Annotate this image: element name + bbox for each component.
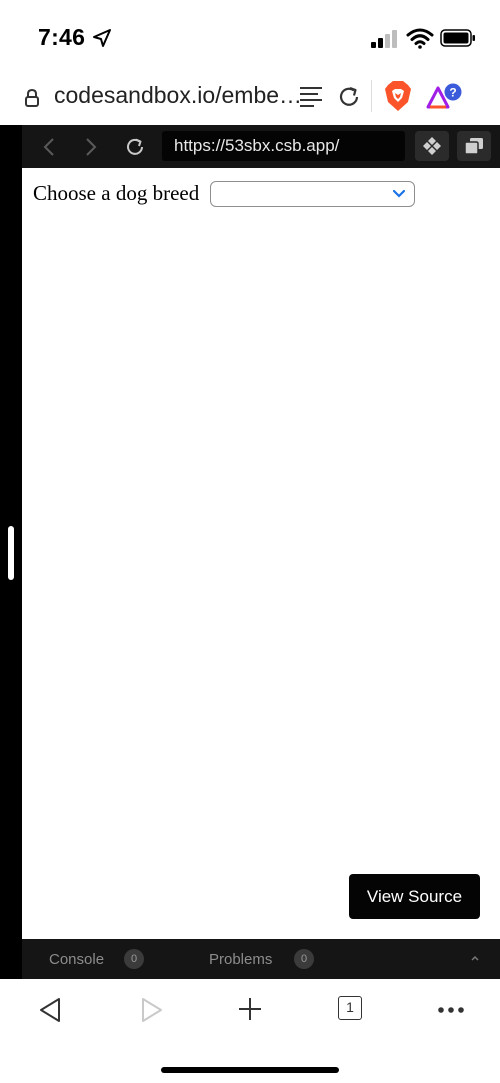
cellular-signal-icon	[371, 30, 397, 48]
view-source-button[interactable]: View Source	[349, 874, 480, 919]
add-tab-icon[interactable]	[238, 997, 262, 1021]
location-arrow-icon	[93, 29, 111, 47]
breed-label: Choose a dog breed	[33, 181, 200, 205]
toolbar-divider	[371, 80, 372, 112]
back-icon[interactable]	[38, 997, 62, 1023]
status-bar: 7:46	[0, 0, 500, 72]
brave-shield-icon[interactable]	[384, 80, 412, 112]
problems-count-badge: 0	[294, 949, 314, 969]
embed-address-text: https://53sbx.csb.app/	[174, 136, 340, 155]
brave-rewards-icon[interactable]: ?	[426, 80, 466, 110]
battery-icon	[440, 29, 475, 47]
embed-back-icon[interactable]	[42, 137, 56, 157]
lock-icon	[25, 88, 39, 107]
bottom-toolbar: 1	[0, 979, 500, 1083]
svg-text:?: ?	[449, 86, 456, 100]
forward-icon[interactable]	[140, 997, 164, 1023]
split-pane-drag-handle[interactable]	[8, 526, 14, 580]
open-window-icon	[464, 138, 483, 155]
open-in-new-window-button[interactable]	[457, 131, 491, 161]
breed-select[interactable]	[210, 181, 415, 207]
codesandbox-logo-icon	[423, 137, 441, 155]
sandbox-embed: https://53sbx.csb.app/ Choose a dog bree…	[0, 125, 500, 979]
embed-forward-icon[interactable]	[84, 137, 98, 157]
sandbox-toggle-button[interactable]	[415, 131, 449, 161]
console-bar: Console 0 Problems 0	[22, 939, 500, 979]
more-icon[interactable]	[437, 1006, 465, 1014]
chevron-down-icon	[392, 189, 406, 198]
console-count-badge: 0	[124, 949, 144, 969]
url-text[interactable]: codesandbox.io/embe…	[54, 82, 302, 109]
status-time: 7:46	[38, 24, 86, 50]
chevron-up-icon[interactable]	[470, 953, 480, 963]
home-indicator[interactable]	[161, 1067, 339, 1073]
embed-address-field[interactable]: https://53sbx.csb.app/	[162, 131, 405, 161]
tab-problems[interactable]: Problems	[209, 951, 272, 968]
wifi-icon	[406, 28, 434, 49]
reader-mode-icon[interactable]	[298, 84, 324, 108]
tabs-button[interactable]: 1	[338, 996, 362, 1020]
embed-toolbar: https://53sbx.csb.app/	[22, 125, 500, 168]
tab-console[interactable]: Console	[49, 951, 104, 968]
sandbox-preview: Choose a dog breed View Source	[22, 168, 500, 939]
embed-refresh-icon[interactable]	[124, 136, 146, 158]
reload-icon[interactable]	[336, 84, 362, 110]
